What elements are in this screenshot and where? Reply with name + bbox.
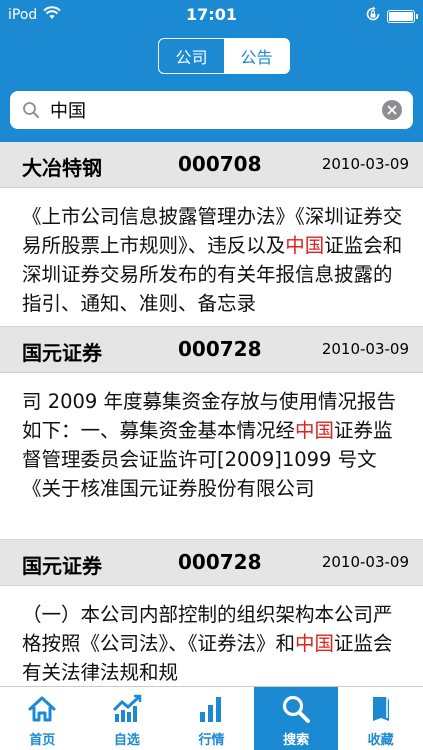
status-time: 17:01 — [186, 5, 237, 24]
snippet-highlight: 中国 — [295, 632, 335, 655]
tab-label: 收藏 — [367, 733, 394, 748]
rotation-lock-icon — [365, 6, 381, 26]
tab-watchlist[interactable]: 自选 — [85, 687, 170, 750]
snippet-highlight: 中国 — [285, 234, 325, 257]
segmented-control: 公司 公告 — [158, 38, 290, 74]
bar-chart-icon — [194, 693, 228, 725]
trend-chart-icon — [110, 693, 144, 725]
result-snippet[interactable]: （一）本公司内部控制的组织架构本公司严格按照《公司法》、《证券法》和中国证监会有… — [0, 586, 423, 686]
result-header[interactable]: 国元证券 000728 2010-03-09 — [0, 540, 423, 586]
company-name: 国元证券 — [22, 341, 102, 365]
tab-label: 行情 — [198, 733, 225, 748]
tab-home[interactable]: 首页 — [0, 687, 85, 750]
stock-code: 000708 — [178, 152, 262, 176]
tab-search[interactable]: 搜索 — [253, 687, 339, 750]
announcement-date: 2010-03-09 — [321, 340, 409, 358]
bookmark-icon — [364, 693, 398, 725]
tab-market[interactable]: 行情 — [169, 687, 254, 750]
results-list: 大冶特钢 000708 2010-03-09 《上市公司信息披露管理办法》《深圳… — [0, 142, 423, 686]
tab-favorites[interactable]: 收藏 — [338, 687, 423, 750]
battery-icon — [387, 9, 418, 23]
result-header[interactable]: 大冶特钢 000708 2010-03-09 — [0, 142, 423, 188]
snippet-highlight: 中国 — [295, 419, 335, 442]
company-name: 国元证券 — [22, 554, 102, 578]
tab-bar: 首页 自选 行情 搜索 收藏 — [0, 686, 423, 750]
segment-company[interactable]: 公司 — [159, 39, 224, 73]
result-snippet[interactable]: 《上市公司信息披露管理办法》《深圳证券交易所股票上市规则》、违反以及中国证监会和… — [0, 188, 423, 327]
announcement-date: 2010-03-09 — [321, 553, 409, 571]
segment-announcement[interactable]: 公告 — [224, 39, 289, 73]
search-box — [10, 91, 413, 129]
search-input[interactable] — [50, 99, 382, 121]
stock-code: 000728 — [178, 550, 262, 574]
nav-bar: 公司 公告 — [0, 30, 423, 82]
announcement-date: 2010-03-09 — [321, 155, 409, 173]
stock-code: 000728 — [178, 337, 262, 361]
status-bar: iPod 17:01 — [0, 0, 423, 30]
status-right — [365, 6, 418, 26]
tab-label: 首页 — [29, 733, 56, 748]
company-name: 大冶特钢 — [22, 156, 102, 180]
clear-search-icon[interactable] — [382, 100, 402, 120]
tab-label: 搜索 — [283, 733, 310, 748]
home-icon — [25, 693, 59, 725]
tab-label: 自选 — [113, 733, 140, 748]
search-icon — [22, 101, 40, 119]
search-bar — [0, 82, 423, 142]
result-header[interactable]: 国元证券 000728 2010-03-09 — [0, 327, 423, 373]
result-snippet[interactable]: 司 2009 年度募集资金存放与使用情况报告如下：一、募集资金基本情况经中国证券… — [0, 373, 423, 540]
search-icon — [279, 693, 313, 725]
